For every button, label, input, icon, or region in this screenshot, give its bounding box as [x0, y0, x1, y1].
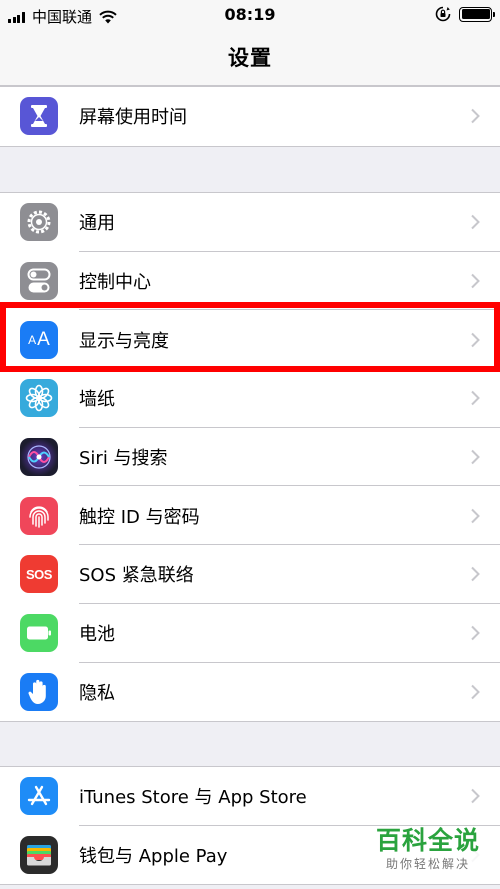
- sos-icon-text: SOS: [26, 566, 52, 582]
- settings-item-label: 通用: [79, 213, 115, 235]
- chevron-right-icon: [471, 109, 480, 124]
- chevron-right-icon: [471, 215, 480, 230]
- flower-icon: [20, 379, 58, 418]
- chevron-right-icon: [471, 789, 480, 804]
- chevron-right-icon: [471, 508, 480, 523]
- orientation-lock-icon: [435, 6, 451, 22]
- chevron-right-icon: [471, 273, 480, 289]
- settings-item-label: 控制中心: [79, 272, 151, 294]
- chevron-right-icon: [471, 567, 480, 582]
- page-title: 设置: [228, 46, 272, 70]
- settings-item-general[interactable]: 通用: [0, 193, 500, 252]
- settings-item-label: 电池: [79, 624, 115, 646]
- hourglass-icon: [20, 97, 58, 136]
- toggles-icon: [20, 262, 58, 301]
- battery-icon: [20, 614, 58, 653]
- settings-item-battery[interactable]: 电池: [0, 604, 500, 663]
- chevron-right-icon: [471, 684, 480, 700]
- hand-icon: [20, 672, 58, 711]
- settings-item-label: iTunes Store 与 App Store: [79, 787, 307, 809]
- settings-group-2: 通用 控制中心 AA 显示与亮度 墙纸 Siri 与搜索 触控 ID 与密码 S…: [0, 192, 500, 723]
- watermark-title: 百科全说: [375, 826, 480, 855]
- settings-item-label: SOS 紧急联络: [79, 565, 194, 587]
- text-size-icon: AA: [20, 320, 58, 359]
- settings-item-emergency-sos[interactable]: SOS SOS 紧急联络: [0, 545, 500, 604]
- app-store-icon: [20, 777, 58, 816]
- settings-item-siri-search[interactable]: Siri 与搜索: [0, 428, 500, 487]
- siri-icon: [20, 438, 58, 477]
- settings-item-label: 隐私: [79, 682, 115, 704]
- sos-icon: SOS: [20, 555, 58, 594]
- settings-item-label: 触控 ID 与密码: [79, 506, 200, 528]
- navigation-bar: 设置: [0, 30, 500, 86]
- settings-item-control-center[interactable]: 控制中心: [0, 252, 500, 311]
- settings-item-label: 钱包与 Apple Pay: [79, 846, 228, 868]
- settings-item-wallpaper[interactable]: 墙纸: [0, 369, 500, 428]
- settings-item-label: 墙纸: [79, 389, 115, 411]
- watermark-subtitle: 助你轻松解决: [385, 857, 470, 871]
- settings-item-privacy[interactable]: 隐私: [0, 663, 500, 722]
- settings-item-label: 屏幕使用时间: [79, 107, 187, 129]
- settings-group-1: 屏幕使用时间: [0, 86, 500, 147]
- fingerprint-icon: [20, 496, 58, 535]
- settings-item-screen-time[interactable]: 屏幕使用时间: [0, 87, 500, 146]
- settings-item-touch-id-passcode[interactable]: 触控 ID 与密码: [0, 486, 500, 546]
- status-time: 08:19: [224, 5, 276, 24]
- chevron-right-icon: [471, 449, 480, 465]
- status-right: [435, 6, 495, 22]
- settings-item-display-brightness[interactable]: AA 显示与亮度: [0, 310, 500, 370]
- settings-item-label: Siri 与搜索: [79, 448, 168, 470]
- status-bar: 中国联通 08:19: [0, 0, 500, 30]
- chevron-right-icon: [471, 391, 480, 406]
- chevron-right-icon: [471, 332, 480, 347]
- gear-icon: [20, 203, 58, 242]
- settings-item-label: 显示与亮度: [79, 330, 169, 352]
- watermark: 百科全说 助你轻松解决: [372, 826, 484, 872]
- chevron-right-icon: [471, 625, 480, 641]
- battery-status-icon: [459, 6, 495, 22]
- settings-item-itunes-app-store[interactable]: iTunes Store 与 App Store: [0, 767, 500, 826]
- wallet-icon: [20, 836, 58, 875]
